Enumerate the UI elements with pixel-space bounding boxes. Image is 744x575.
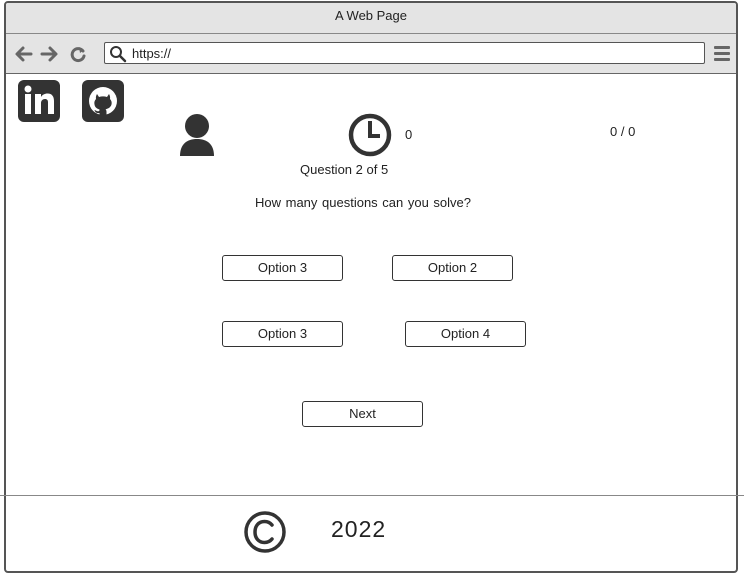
github-icon[interactable] [82, 80, 124, 122]
timer-value: 0 [405, 127, 413, 142]
option-button-3[interactable]: Option 3 [222, 321, 343, 347]
browser-toolbar: https:// [6, 34, 736, 74]
url-text: https:// [132, 46, 172, 61]
reload-icon[interactable] [68, 44, 88, 64]
next-button[interactable]: Next [302, 401, 423, 427]
menu-icon[interactable] [714, 46, 730, 62]
search-icon [110, 46, 127, 63]
copyright-icon [243, 510, 287, 554]
question-text: How many questions can you solve? [255, 195, 472, 210]
footer-divider [0, 495, 744, 496]
question-counter: Question 2 of 5 [300, 162, 389, 177]
browser-title: A Web Page [6, 3, 736, 34]
back-icon[interactable] [14, 44, 34, 64]
score-display: 0 / 0 [610, 124, 636, 139]
option-button-4[interactable]: Option 4 [405, 321, 526, 347]
footer-year: 2022 [331, 516, 387, 542]
linkedin-icon[interactable] [18, 80, 60, 122]
user-avatar-icon [177, 112, 217, 158]
option-button-1[interactable]: Option 3 [222, 255, 343, 281]
address-bar[interactable]: https:// [104, 42, 705, 64]
clock-icon [348, 113, 392, 157]
forward-icon[interactable] [39, 44, 59, 64]
option-button-2[interactable]: Option 2 [392, 255, 513, 281]
